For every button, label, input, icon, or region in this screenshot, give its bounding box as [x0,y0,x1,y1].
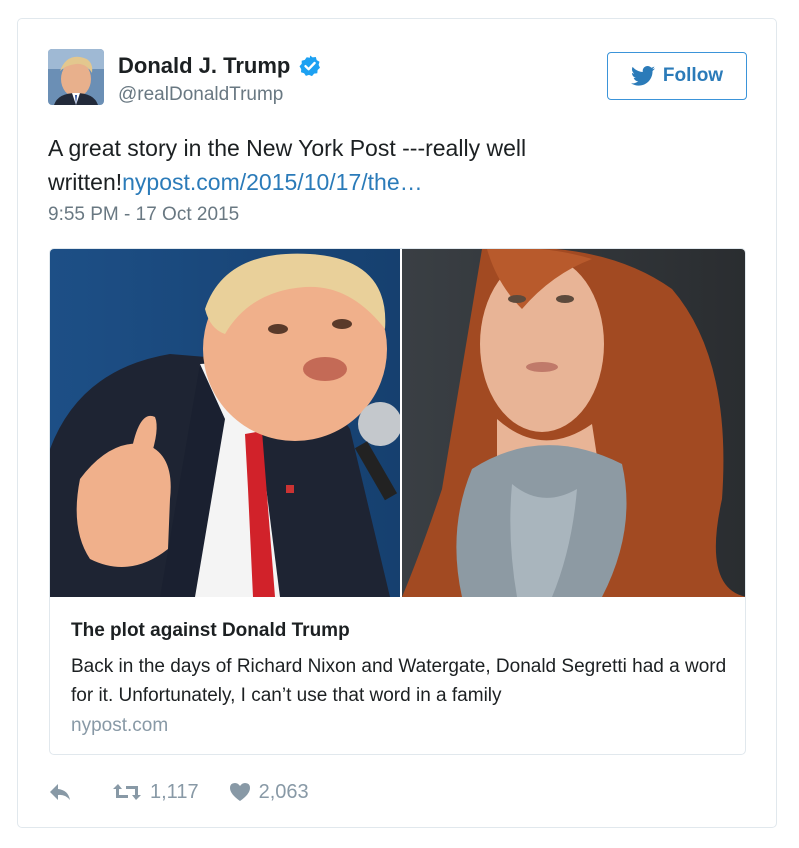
like-count: 2,063 [258,780,309,803]
tweet-card: Donald J. Trump @realDonaldTrump Follow … [17,18,777,828]
tweet-text: A great story in the New York Post ---re… [48,131,738,199]
avatar[interactable] [48,49,104,105]
retweet-count: 1,117 [150,780,199,803]
display-name[interactable]: Donald J. Trump [118,53,290,79]
follow-label: Follow [662,65,724,86]
follow-button[interactable]: Follow [607,52,747,100]
tweet-link[interactable]: nypost.com/2015/10/17/the… [122,169,422,195]
card-description: Back in the days of Richard Nixon and Wa… [71,656,727,706]
heart-icon [229,783,250,801]
card-domain[interactable]: nypost.com [71,715,168,737]
verified-badge-icon [298,54,322,78]
user-name[interactable]: Donald J. Trump [118,53,322,79]
twitter-bird-icon [630,66,655,86]
reply-button[interactable] [48,782,80,802]
tweet-actions: 1,117 2,063 [48,779,309,805]
user-handle[interactable]: @realDonaldTrump [118,84,283,106]
card-photo-right [402,249,745,597]
link-card[interactable]: The plot against Donald Trump Back in th… [49,248,746,755]
like-button[interactable]: 2,063 [229,781,309,804]
card-title[interactable]: The plot against Donald Trump [71,620,350,642]
retweet-icon [113,784,141,800]
reply-icon [50,784,70,800]
retweet-button[interactable]: 1,117 [112,781,199,804]
tweet-timestamp[interactable]: 9:55 PM - 17 Oct 2015 [48,204,239,226]
card-image[interactable] [50,249,745,597]
card-photo-left [50,249,400,597]
